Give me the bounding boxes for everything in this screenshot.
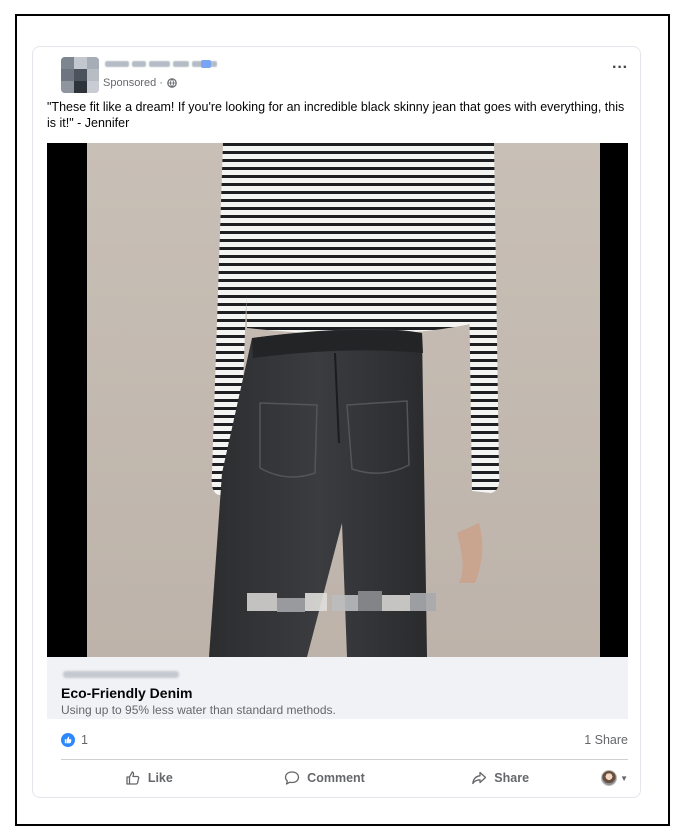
comment-icon (285, 771, 300, 785)
link-headline[interactable]: Eco-Friendly Denim (61, 685, 192, 701)
page-avatar[interactable] (61, 57, 99, 93)
post-card: Sponsored · ··· "These fit like a dream!… (32, 46, 641, 798)
share-button[interactable]: Share (412, 764, 588, 792)
action-bar: Like Comment Share ▼ (61, 763, 628, 793)
globe-icon (167, 78, 177, 88)
sponsored-line: Sponsored · (103, 77, 177, 89)
caret-down-icon: ▼ (620, 773, 629, 783)
share-label: Share (494, 771, 530, 785)
share-icon (472, 771, 487, 785)
more-options-icon[interactable]: ··· (612, 59, 628, 77)
reaction-count: 1 (81, 733, 88, 747)
sponsored-label[interactable]: Sponsored · (103, 77, 163, 89)
verified-badge (201, 60, 211, 68)
like-reaction-icon (61, 733, 75, 747)
audience-selector[interactable]: ▼ (588, 770, 628, 786)
link-domain-redacted (63, 671, 179, 678)
link-preview[interactable]: Eco-Friendly Denim Using up to 95% less … (47, 657, 628, 719)
comment-label: Comment (307, 771, 365, 785)
reaction-summary[interactable]: 1 (61, 733, 88, 747)
link-description: Using up to 95% less water than standard… (61, 703, 336, 717)
share-count[interactable]: 1 Share (584, 733, 628, 747)
audience-avatar-icon (601, 770, 618, 786)
comment-button[interactable]: Comment (237, 764, 413, 792)
like-label: Like (147, 771, 173, 785)
post-text: "These fit like a dream! If you're looki… (47, 100, 625, 130)
thumbs-up-icon (126, 771, 140, 785)
post-image[interactable] (47, 143, 628, 657)
action-divider (61, 759, 628, 760)
like-button[interactable]: Like (61, 764, 237, 792)
